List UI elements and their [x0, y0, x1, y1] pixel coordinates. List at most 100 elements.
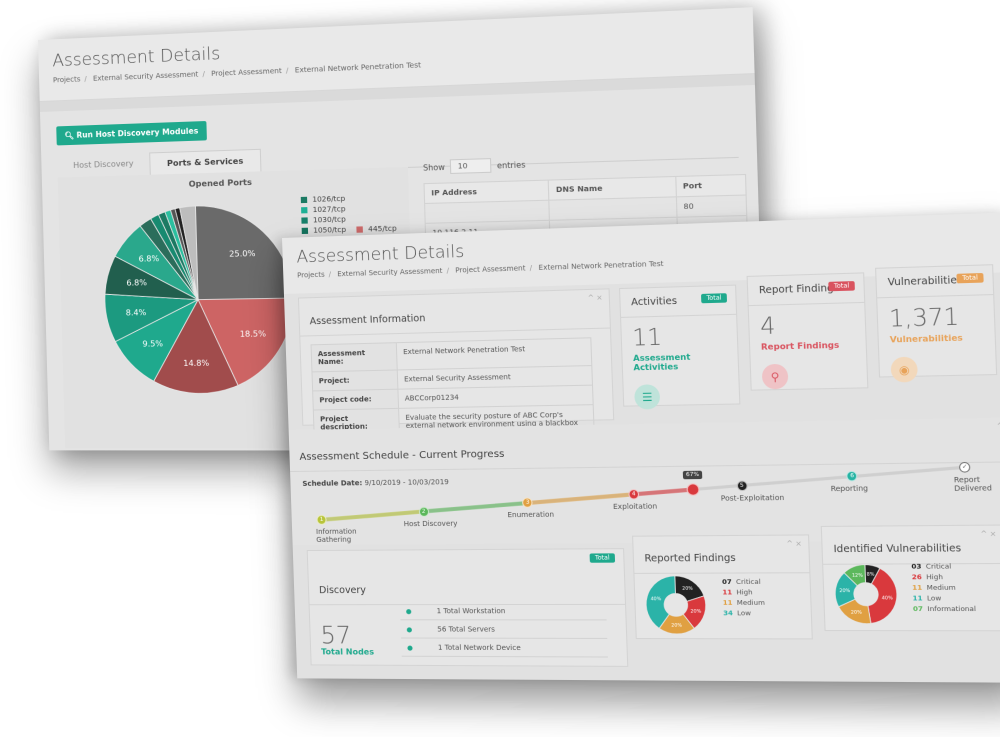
activities-card: Activities Total 11 Assessment Activities…	[618, 284, 741, 410]
entries-select[interactable]: 10	[450, 158, 492, 174]
identified-vulnerabilities-legend: 03 Critical 26 High 11 Medium 11 Low 07 Informati…	[911, 562, 976, 615]
timeline-step-label: Post-Exploitation	[720, 493, 785, 503]
slice-data-label: 18.5%	[240, 329, 267, 339]
timeline-step-label: Report Delivered	[953, 475, 992, 493]
cell-port: 80	[675, 195, 747, 218]
legend-count: 11	[722, 598, 733, 607]
legend-label: Medium	[926, 583, 956, 592]
slice-data-label: 20%	[671, 623, 682, 629]
timeline-step-4[interactable]: 4	[628, 489, 640, 500]
stage: Assessment Details Projects / External Se…	[0, 0, 1000, 737]
legend-label: Low	[737, 609, 752, 618]
legend-label: Informational	[927, 604, 977, 614]
legend-item: 07 Informational	[913, 605, 976, 616]
legend-label: Critical	[925, 562, 952, 571]
activities-label: Assessment Activities	[632, 352, 691, 373]
timeline-progress-segment	[423, 503, 528, 511]
legend-count: 34	[723, 609, 734, 618]
timeline-step-label: Reporting	[830, 484, 869, 494]
legend-label: High	[926, 572, 944, 582]
assessment-information-card: ^ × Assessment Information Assessment Na…	[297, 288, 615, 446]
activities-count: 11	[631, 325, 663, 352]
magnify-icon: ⚲	[761, 363, 789, 390]
timeline-step-label: Host Discovery	[403, 519, 458, 528]
progress-marker[interactable]	[686, 483, 700, 496]
legend-item: 11 Medium	[723, 599, 765, 609]
total-nodes-label: Total Nodes	[321, 647, 375, 657]
breadcrumb-external-security-assessment[interactable]: External Security Assessment	[337, 267, 443, 278]
bullet-dot	[406, 627, 412, 633]
slice-data-label: 8%	[867, 572, 875, 578]
slice-data-label: 12%	[852, 572, 863, 578]
legend-count: 07	[721, 577, 732, 587]
legend-swatch	[301, 227, 309, 235]
timeline-step-label: Information Gathering	[315, 527, 357, 544]
report-findings-card: Report Findings Total 4 Report Findings ⚲	[746, 272, 869, 391]
timeline-step-5[interactable]: 5	[736, 480, 748, 491]
list-icon: ☰	[634, 384, 661, 410]
legend-item: 11 High	[722, 588, 764, 599]
total-badge: Total	[828, 281, 855, 292]
reported-findings-donut: 20% 20% 20% 40%	[643, 574, 709, 636]
breadcrumb-current: External Network Penetration Test	[294, 61, 422, 75]
discovery-item: 1 Total Network Device	[401, 639, 608, 658]
slice-data-label: 20%	[682, 586, 693, 592]
timeline-step-label: Enumeration	[507, 510, 555, 520]
slice-data-label: 40%	[882, 595, 893, 601]
slice-data-label: 9.5%	[142, 339, 163, 348]
legend-count: 03	[911, 562, 922, 571]
front-window-dashboard: Assessment Details Projects / External Se…	[282, 212, 1000, 683]
breadcrumb-projects[interactable]: Projects	[53, 75, 81, 84]
timeline-step-2[interactable]: 2	[418, 506, 429, 517]
identified-vulnerabilities-card: ^ × Identified Vulnerabilities 8% 40% 20% 2…	[820, 524, 1000, 632]
legend-item: 03 Critical	[911, 562, 974, 573]
discovery-item: 56 Total Servers	[400, 621, 608, 639]
legend-label: Low	[926, 594, 942, 603]
bullet-dot	[407, 645, 413, 651]
discovery-heading: Discovery	[308, 576, 626, 606]
legend-label: Critical	[735, 577, 761, 587]
legend-item: 11 Medium	[912, 583, 975, 594]
legend-count: 11	[912, 594, 923, 603]
legend-label: High	[736, 588, 753, 597]
search-icon: 🔍︎	[64, 130, 75, 141]
breadcrumb-project-assessment[interactable]: Project Assessment	[455, 264, 525, 274]
column-header-port[interactable]: Port	[675, 174, 747, 197]
progress-percent-tooltip: 67%	[682, 470, 703, 480]
info-key: Assessment Name:	[311, 342, 398, 372]
legend-label: 1026/tcp	[312, 194, 346, 204]
identified-vulnerabilities-donut: 8% 40% 20% 20% 12%	[832, 562, 900, 626]
entries-label: entries	[496, 159, 526, 170]
total-badge: Total	[700, 293, 728, 304]
show-label: Show	[422, 162, 445, 173]
slice-data-label: 25.0%	[229, 249, 256, 259]
tab-host-discovery[interactable]: Host Discovery	[57, 152, 150, 177]
timeline-progress-segment	[321, 511, 424, 519]
total-badge: Total	[956, 272, 984, 284]
reported-findings-card: ^ × Reported Findings 20% 20% 20% 40% 07 Cri…	[632, 534, 813, 640]
breadcrumb-projects[interactable]: Projects	[297, 271, 325, 280]
timeline-progress-segment	[634, 489, 694, 494]
legend-label: 1027/tcp	[312, 205, 346, 215]
total-badge: Total	[589, 553, 616, 563]
timeline-step-7[interactable]: ✓	[958, 461, 971, 473]
breadcrumb-project-assessment[interactable]: Project Assessment	[211, 67, 282, 78]
discovery-card: Total Discovery 57 Total Nodes 1 Total W…	[306, 548, 629, 667]
breadcrumb-current: External Network Penetration Test	[538, 259, 664, 272]
legend-item: 07 Critical	[722, 578, 764, 589]
bullet-dot	[406, 609, 412, 615]
opened-ports-pie-svg: 25.0% 18.5% 14.8% 9.5% 8.4% 6.8% 6.8%	[94, 195, 304, 402]
legend-count: 07	[912, 604, 924, 614]
timeline-step-1[interactable]: 1	[316, 514, 327, 525]
legend-label: 1030/tcp	[312, 215, 346, 225]
timeline-progress-segment	[527, 494, 634, 503]
run-host-discovery-button[interactable]: 🔍︎ Run Host Discovery Modules	[56, 121, 207, 146]
card-heading: Report Findings Total	[747, 273, 865, 307]
report-findings-count: 4	[759, 313, 776, 341]
vulnerabilities-card: Vulnerabilities Total 1,371 Vulnerabiliti…	[875, 264, 998, 383]
card-heading: Activities Total	[620, 285, 737, 318]
breadcrumb-external-security-assessment[interactable]: External Security Assessment	[93, 70, 199, 82]
legend-count: 11	[722, 588, 733, 597]
identified-vulnerabilities-heading: Identified Vulnerabilities	[822, 534, 1000, 565]
reported-findings-heading: Reported Findings	[633, 543, 810, 574]
